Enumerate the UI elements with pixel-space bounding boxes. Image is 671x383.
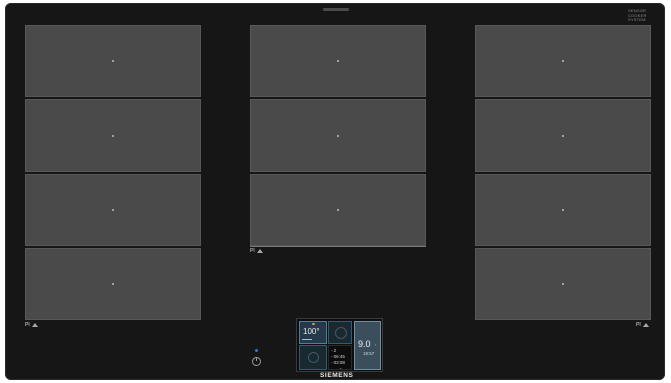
cook-time-value: 19:57: [363, 351, 375, 356]
timer-row: ◦03:08: [331, 360, 345, 365]
triangle-icon: [31, 323, 38, 327]
cooking-zone-middle-1[interactable]: [250, 25, 426, 97]
badge-line: SYSTEM: [628, 17, 646, 22]
triangle-icon: [642, 323, 649, 327]
timer-icon: ◦: [331, 348, 333, 353]
cooking-zone-right-1[interactable]: [475, 25, 651, 97]
timer-value: 2: [333, 348, 337, 353]
cooking-zone-right-4[interactable]: [475, 248, 651, 320]
zone-marker-label: PI: [250, 248, 255, 254]
timer-row: ◦06:45: [331, 354, 345, 359]
zone-center-dot: [337, 209, 339, 211]
zone-center-dot: [112, 134, 114, 137]
top-indicator: [323, 8, 349, 11]
timer-row: ◦2: [331, 348, 336, 353]
ring-icon: [308, 352, 319, 363]
sensor-icon: [312, 323, 315, 325]
timer-tile[interactable]: ◦2 ◦06:45 ◦03:08 ⌄: [328, 345, 352, 370]
temperature-value: 100°: [303, 327, 320, 336]
temperature-tile[interactable]: 100°: [299, 321, 327, 344]
zone-center-dot: [337, 134, 339, 137]
clock-icon: ◦: [331, 354, 333, 359]
zone-divider: [250, 246, 426, 247]
zone-marker-left: PI: [25, 322, 38, 328]
zone-marker-middle: PI: [250, 248, 263, 254]
zone-center-dot: [337, 60, 339, 62]
brand-logo: SIEMENS: [320, 372, 354, 379]
power-level-tile[interactable]: 9.0 › 19:57: [354, 321, 381, 370]
zone-center-dot: [562, 60, 564, 62]
cooking-zone-middle-3[interactable]: [250, 174, 426, 246]
chevron-down-icon[interactable]: ⌄: [339, 365, 342, 370]
chevron-right-icon[interactable]: ›: [375, 342, 376, 347]
control-panel: 100° ◦2 ◦06:45 ◦03:08 ⌄ 9.0 › 19:57: [296, 318, 383, 372]
zone-marker-label: PI: [25, 322, 30, 328]
cooking-zone-middle-2[interactable]: [250, 99, 426, 172]
triangle-icon: [256, 249, 263, 253]
function-tile[interactable]: [328, 321, 352, 344]
cooking-zone-left-3[interactable]: [25, 174, 201, 246]
power-icon[interactable]: [252, 357, 261, 366]
timer-value: 06:45: [333, 354, 345, 359]
cooking-zone-right-3[interactable]: [475, 174, 651, 246]
zone-center-dot: [112, 60, 114, 62]
brand-badge: SENSOR COOKER SYSTEM: [628, 8, 656, 23]
power-level-value: 9.0: [358, 339, 371, 349]
ring-icon: [335, 327, 347, 339]
cooking-zone-left-2[interactable]: [25, 99, 201, 172]
zone-center-dot: [562, 134, 564, 137]
zone-marker-right: PI: [636, 322, 649, 328]
zone-center-dot: [112, 283, 114, 285]
temperature-bar: [302, 339, 312, 340]
cooking-zone-right-2[interactable]: [475, 99, 651, 172]
zone-center-dot: [562, 283, 564, 285]
cooking-zone-left-4[interactable]: [25, 248, 201, 320]
zone-marker-label: PI: [636, 322, 641, 328]
hourglass-icon: ◦: [331, 360, 333, 365]
zone-center-dot: [562, 209, 564, 211]
zone-center-dot: [112, 209, 114, 211]
status-led: [255, 349, 258, 352]
function-tile-lower[interactable]: [299, 345, 327, 370]
cooking-zone-left-1[interactable]: [25, 25, 201, 97]
